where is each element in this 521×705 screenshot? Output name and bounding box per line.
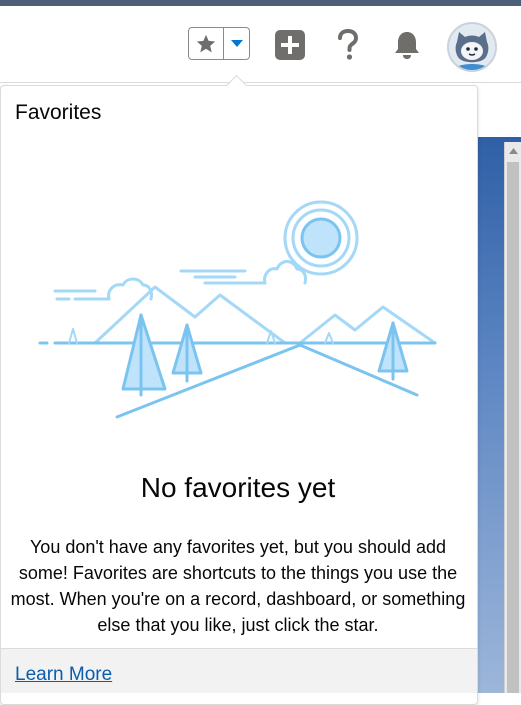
global-actions-button[interactable] [274,29,306,61]
empty-state-illustration [38,200,437,419]
astro-avatar-icon [449,24,495,70]
star-icon [196,34,216,52]
caret-up-icon [509,147,518,154]
page-scrollbar[interactable] [504,142,521,693]
favorites-button-group [188,27,250,60]
learn-more-link[interactable]: Learn More [15,664,112,686]
scroll-thumb[interactable] [507,162,519,693]
notifications-button[interactable] [391,29,423,61]
question-icon [338,29,359,60]
empty-state-description: You don't have any favorites yet, but yo… [10,537,466,635]
help-button[interactable] [333,28,363,62]
empty-state-title: No favorites yet [140,472,336,503]
add-icon [275,30,305,60]
bell-icon [395,32,419,59]
panel-title: Favorites [15,101,102,124]
chevron-down-icon [230,39,243,47]
favorites-star-button[interactable] [189,28,224,59]
user-avatar-button[interactable] [447,22,497,72]
scroll-up-arrow[interactable] [505,142,521,159]
global-header [0,6,521,83]
favorites-menu-button[interactable] [224,28,249,59]
